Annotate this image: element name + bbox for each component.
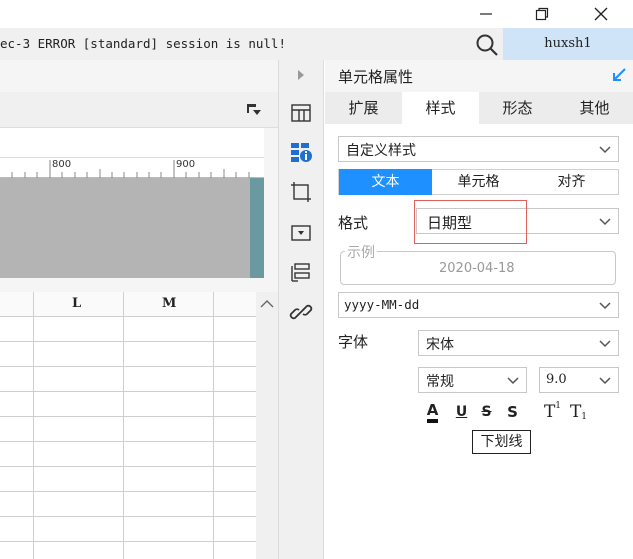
canvas-edge-marker	[250, 178, 264, 278]
link-icon	[289, 304, 313, 320]
editor-toolbar	[0, 92, 278, 128]
subtab-text[interactable]: 文本	[339, 169, 432, 195]
column-header-l[interactable]: L	[72, 296, 81, 311]
cell-attribute-button[interactable]	[289, 140, 313, 164]
hyperlink-button[interactable]	[289, 300, 313, 324]
tab-style[interactable]: 样式	[402, 92, 479, 124]
tab-other[interactable]: 其他	[556, 92, 633, 124]
log-message: ec-3 ERROR [standard] session is null!	[0, 36, 286, 51]
strikethrough-button[interactable]: S	[476, 400, 497, 424]
date-pattern-select[interactable]: yyyy-MM-dd	[338, 292, 619, 318]
arrow-southwest-icon	[613, 68, 626, 81]
chevron-down-icon	[599, 377, 611, 385]
chevron-down-icon	[507, 377, 519, 385]
ruler-label: 900	[176, 159, 196, 170]
ruler-ticks	[11, 160, 250, 178]
triangle-right-icon	[298, 70, 304, 80]
scroll-up-icon	[260, 300, 274, 308]
subscript-icon: T	[569, 402, 582, 422]
underline-button[interactable]: U	[451, 400, 472, 424]
style-select-value: 自定义样式	[346, 143, 416, 159]
font-style-select[interactable]: 常规	[418, 367, 527, 393]
chevron-down-icon	[599, 146, 611, 154]
pin-panel-button[interactable]	[609, 65, 629, 85]
chevron-down-icon	[599, 302, 611, 310]
spreadsheet-grid[interactable]: L M	[0, 292, 256, 559]
crop-frame-icon	[291, 182, 311, 202]
table-layout-icon	[291, 104, 311, 122]
font-color-icon: A	[426, 401, 439, 423]
panel-title: 单元格属性	[338, 68, 414, 86]
chevron-down-icon	[599, 340, 611, 348]
maximize-button[interactable]	[519, 0, 565, 28]
user-name[interactable]: huxsh1	[503, 28, 633, 60]
cell-element-button[interactable]	[289, 101, 313, 125]
font-family-value: 宋体	[426, 337, 454, 353]
tab-expand[interactable]: 扩展	[325, 92, 402, 124]
close-icon	[594, 7, 608, 21]
example-legend: 示例	[345, 242, 377, 262]
superscript-icon: T	[543, 402, 556, 422]
list-layers-icon	[291, 263, 310, 282]
widget-setting-button[interactable]	[289, 221, 313, 245]
ruler: 800 900	[0, 158, 264, 178]
font-style-value: 常规	[426, 374, 454, 390]
condition-attribute-button[interactable]	[289, 260, 313, 284]
close-button[interactable]	[578, 0, 624, 28]
chevron-down-icon	[599, 218, 611, 226]
underline-icon: U	[455, 404, 468, 420]
superscript-button[interactable]: T1	[542, 400, 563, 424]
ruler-label: 800	[52, 159, 72, 170]
font-color-button[interactable]: A	[422, 400, 443, 424]
minimize-button[interactable]	[463, 0, 509, 28]
search-icon	[476, 34, 498, 56]
grid-lines	[0, 292, 256, 559]
restore-icon	[535, 7, 549, 21]
design-canvas[interactable]	[0, 178, 264, 278]
date-pattern-value: yyyy-MM-dd	[344, 297, 420, 312]
style-select[interactable]: 自定义样式	[338, 136, 619, 162]
search-button[interactable]	[474, 32, 500, 58]
cell-attribute-icon	[291, 143, 312, 162]
subscript-button[interactable]: T1	[568, 400, 589, 424]
strikethrough-icon: S	[481, 404, 492, 420]
font-size-select[interactable]: 9.0	[539, 367, 619, 393]
minimize-icon	[480, 13, 492, 15]
vertical-scrollbar[interactable]	[256, 292, 278, 559]
shadow-button[interactable]: S	[502, 400, 523, 424]
tab-shape[interactable]: 形态	[479, 92, 556, 124]
example-value: 2020-04-18	[439, 261, 515, 276]
font-family-select[interactable]: 宋体	[418, 330, 619, 356]
collapse-panel-button[interactable]	[292, 66, 310, 84]
format-label: 格式	[338, 214, 369, 232]
subtab-cell[interactable]: 单元格	[432, 169, 525, 195]
tooltip: 下划线	[472, 430, 531, 454]
dropdown-widget-icon	[291, 225, 311, 241]
shadow-icon: S	[507, 403, 518, 421]
subtab-align[interactable]: 对齐	[525, 169, 618, 195]
toolbar-dropdown-button[interactable]	[244, 100, 264, 120]
font-label: 字体	[338, 333, 369, 351]
column-header-m[interactable]: M	[162, 296, 176, 311]
formula-bar[interactable]	[0, 128, 264, 158]
float-element-button[interactable]	[289, 180, 313, 204]
format-painter-icon	[247, 104, 261, 115]
highlight-box	[414, 200, 527, 244]
font-size-value: 9.0	[546, 372, 567, 387]
